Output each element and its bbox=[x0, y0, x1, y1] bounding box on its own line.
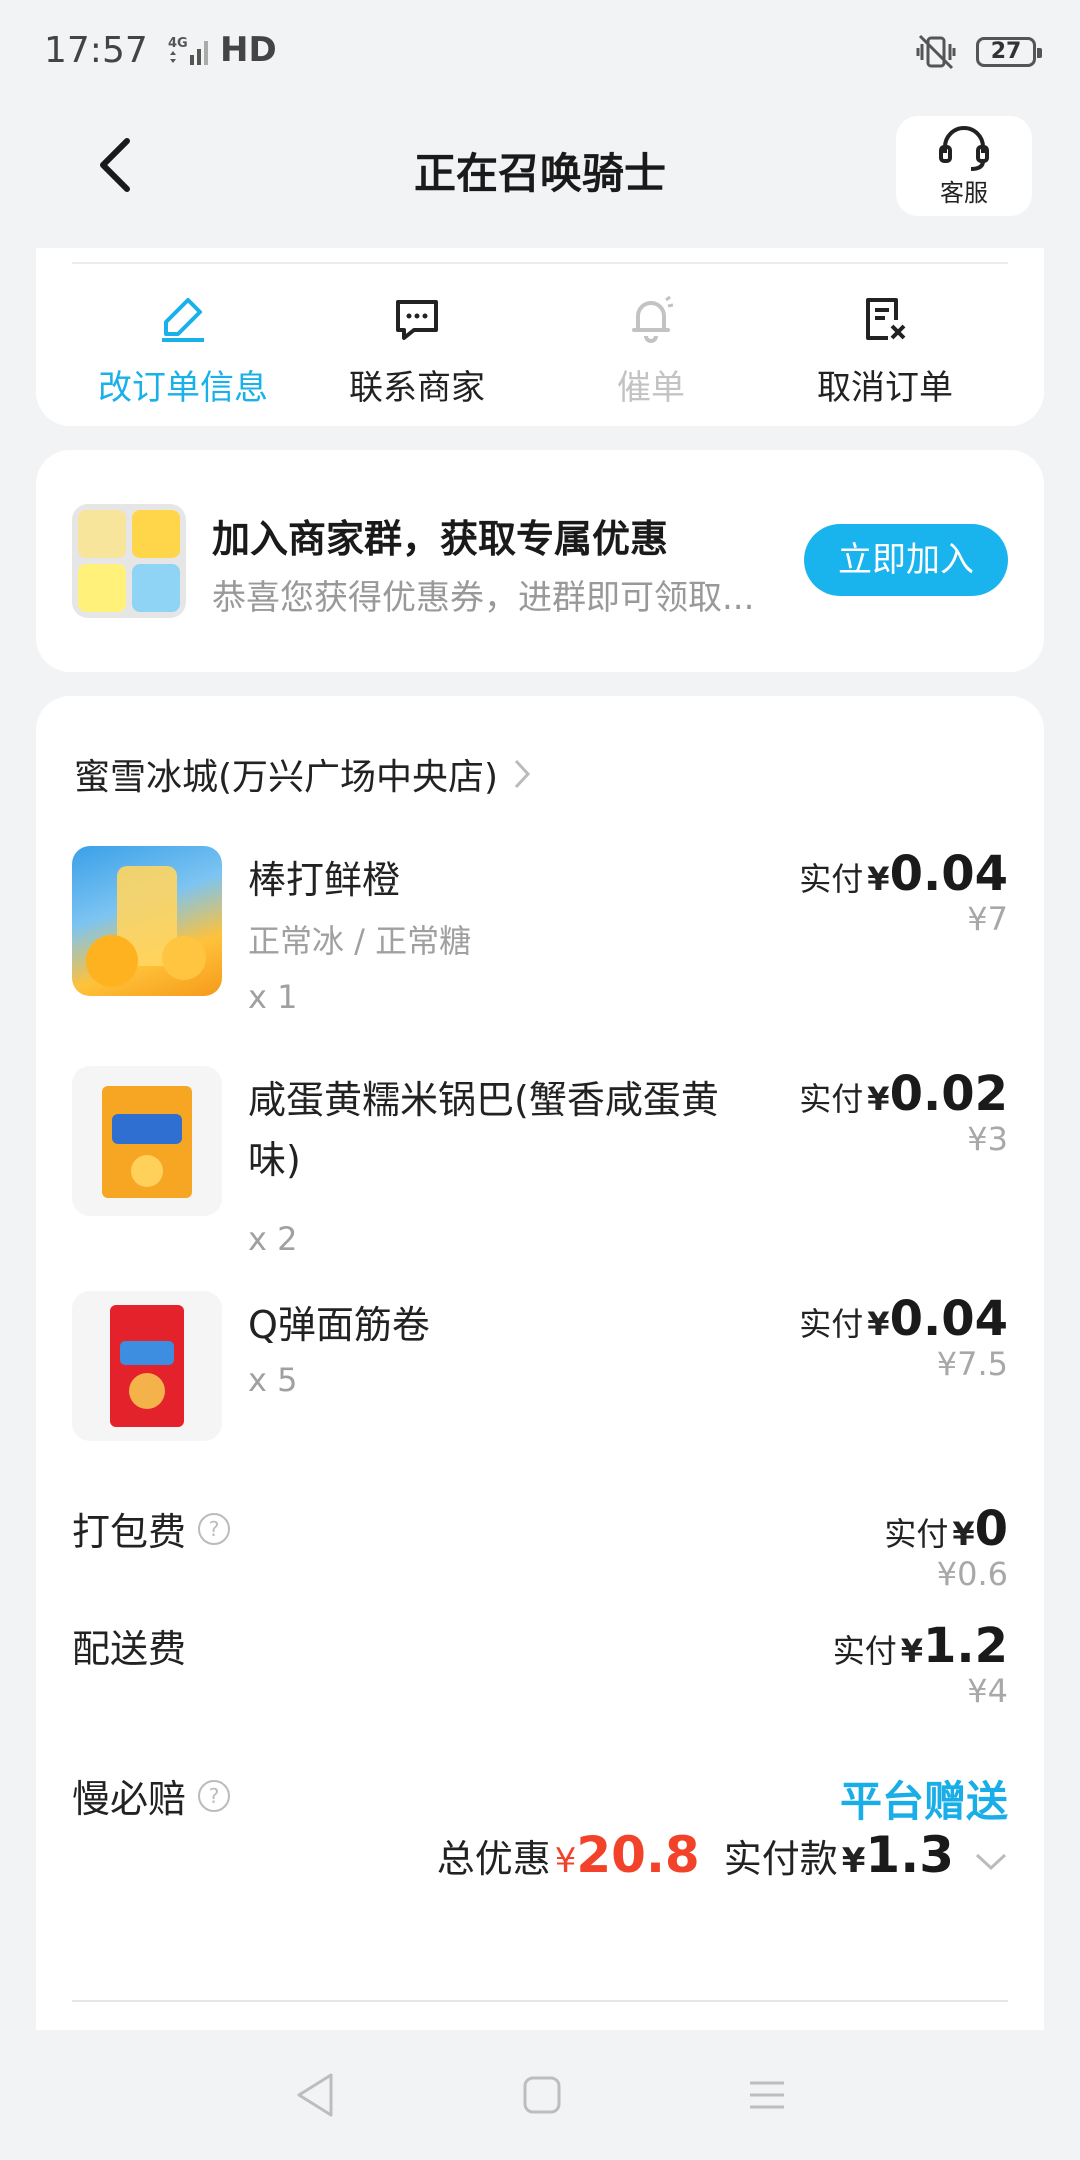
network-indicator: 4G HD bbox=[166, 30, 277, 70]
contact-merchant-button[interactable]: 联系商家 bbox=[300, 294, 534, 409]
headset-icon bbox=[939, 125, 989, 171]
currency-symbol: ¥ bbox=[841, 1841, 866, 1881]
total-paid-label: 实付款 bbox=[723, 1837, 838, 1881]
paid-amount: 1.2 bbox=[922, 1618, 1008, 1674]
total-discount-label: 总优惠 bbox=[436, 1837, 551, 1881]
home-nav-icon[interactable] bbox=[522, 2075, 562, 2115]
paid-amount: 0.04 bbox=[889, 1291, 1008, 1347]
modify-order-label: 改订单信息 bbox=[98, 368, 268, 408]
currency-symbol: ¥ bbox=[867, 1305, 890, 1343]
item-price: 实付 ¥0.04 ¥7 bbox=[799, 846, 1008, 938]
chevron-down-icon[interactable] bbox=[974, 1852, 1008, 1872]
original-price: ¥4 bbox=[967, 1672, 1008, 1710]
currency-symbol: ¥ bbox=[952, 1515, 975, 1553]
item-quantity: x 2 bbox=[248, 1220, 298, 1258]
currency-symbol: ¥ bbox=[867, 1080, 890, 1118]
late-compensation-row: 慢必赔 ? 平台赠送 bbox=[72, 1768, 1008, 1826]
divider bbox=[72, 262, 1008, 264]
paid-label: 实付 bbox=[799, 1305, 864, 1343]
late-compensation-label: 慢必赔 bbox=[72, 1777, 187, 1821]
paid-label: 实付 bbox=[884, 1515, 949, 1553]
group-promo-title: 加入商家群，获取专属优惠 bbox=[212, 517, 669, 561]
total-paid-amount: 1.3 bbox=[865, 1826, 954, 1884]
vibrate-off-icon bbox=[916, 34, 956, 70]
edit-icon bbox=[162, 298, 204, 342]
delivery-fee-label: 配送费 bbox=[72, 1627, 187, 1671]
item-image bbox=[72, 846, 222, 996]
delivery-fee-price: 实付 ¥1.2 ¥4 bbox=[833, 1618, 1008, 1710]
order-details-card: 蜜雪冰城(万兴广场中央店) 棒打鲜橙 正常冰 / 正常糖 x 1 实付 ¥0.04… bbox=[36, 696, 1044, 2036]
customer-service-label: 客服 bbox=[940, 178, 988, 207]
status-time: 17:57 bbox=[44, 30, 148, 71]
original-price: ¥0.6 bbox=[936, 1555, 1008, 1593]
merchant-group-thumbnail bbox=[72, 504, 186, 618]
urge-order-label: 催单 bbox=[617, 368, 685, 408]
signal-icon: 4G bbox=[168, 36, 208, 65]
battery-icon: 27 bbox=[976, 37, 1042, 67]
menu-nav-icon[interactable] bbox=[747, 2075, 787, 2115]
total-discount-amount: 20.8 bbox=[576, 1826, 700, 1884]
platform-gift-label: 平台赠送 bbox=[839, 1777, 1008, 1826]
divider bbox=[72, 2000, 1008, 2002]
contact-merchant-label: 联系商家 bbox=[349, 368, 485, 408]
original-price: ¥7 bbox=[967, 900, 1008, 938]
item-name: Q弹面筋卷 bbox=[248, 1303, 430, 1347]
modify-order-button[interactable]: 改订单信息 bbox=[66, 294, 300, 409]
paid-amount: 0.04 bbox=[889, 846, 1008, 902]
paid-amount: 0 bbox=[974, 1501, 1008, 1557]
item-quantity: x 5 bbox=[248, 1361, 298, 1399]
currency-symbol: ¥ bbox=[867, 860, 890, 898]
system-navigation-bar bbox=[0, 2030, 1080, 2160]
group-promo-subtitle: 恭喜您获得优惠券，进群即可领取... bbox=[212, 578, 755, 618]
cancel-order-icon bbox=[866, 298, 906, 340]
paid-label: 实付 bbox=[799, 1080, 864, 1118]
hd-label: HD bbox=[220, 30, 277, 70]
paid-label: 实付 bbox=[832, 1632, 897, 1670]
original-price: ¥3 bbox=[967, 1120, 1008, 1158]
customer-service-button[interactable]: 客服 bbox=[896, 116, 1032, 216]
merchant-group-card: 加入商家群，获取专属优惠 恭喜您获得优惠券，进群即可领取... 立即加入 bbox=[36, 450, 1044, 672]
back-nav-icon[interactable] bbox=[293, 2071, 337, 2119]
store-name: 蜜雪冰城(万兴广场中央店) bbox=[74, 757, 499, 798]
cancel-order-button[interactable]: 取消订单 bbox=[768, 294, 1002, 409]
bell-icon bbox=[632, 295, 674, 343]
snack-bag-image bbox=[110, 1305, 184, 1427]
packing-fee-row: 打包费 ? 实付 ¥0 ¥0.6 bbox=[72, 1501, 1008, 1593]
help-icon[interactable]: ? bbox=[198, 1779, 231, 1812]
chevron-right-icon bbox=[514, 759, 531, 789]
orange-drink-image bbox=[86, 866, 206, 987]
original-price: ¥7.5 bbox=[936, 1345, 1008, 1383]
paid-label: 实付 bbox=[799, 860, 864, 898]
actions-row: 改订单信息 联系商家 催单 取消订单 bbox=[36, 294, 1044, 409]
cancel-order-label: 取消订单 bbox=[817, 368, 953, 408]
item-name: 咸蛋黄糯米锅巴(蟹香咸蛋黄味) bbox=[248, 1078, 719, 1182]
order-actions-card: 改订单信息 联系商家 催单 取消订单 bbox=[36, 248, 1044, 426]
help-icon[interactable]: ? bbox=[198, 1512, 231, 1545]
item-quantity: x 1 bbox=[248, 978, 298, 1016]
header: 正在召唤骑士 客服 bbox=[0, 110, 1080, 220]
svg-text:4G: 4G bbox=[168, 36, 188, 51]
paid-amount: 0.02 bbox=[889, 1066, 1008, 1122]
delivery-fee-row: 配送费 实付 ¥1.2 ¥4 bbox=[72, 1618, 1008, 1710]
item-image bbox=[72, 1291, 222, 1441]
packing-fee-price: 实付 ¥0 ¥0.6 bbox=[884, 1501, 1008, 1593]
packing-fee-label: 打包费 bbox=[72, 1510, 187, 1554]
join-group-button[interactable]: 立即加入 bbox=[804, 524, 1008, 596]
item-name: 棒打鲜橙 bbox=[248, 858, 401, 902]
chat-icon bbox=[396, 300, 438, 340]
item-spec: 正常冰 / 正常糖 bbox=[248, 922, 472, 960]
currency-symbol: ¥ bbox=[900, 1632, 923, 1670]
item-price: 实付 ¥0.02 ¥3 bbox=[799, 1066, 1008, 1158]
item-image bbox=[72, 1066, 222, 1216]
currency-symbol: ¥ bbox=[554, 1841, 577, 1881]
urge-order-button[interactable]: 催单 bbox=[534, 294, 768, 409]
status-bar: 17:57 4G HD 27 bbox=[0, 0, 1080, 100]
item-price: 实付 ¥0.04 ¥7.5 bbox=[799, 1291, 1008, 1383]
snack-bag-image bbox=[102, 1086, 192, 1198]
order-totals[interactable]: 总优惠 ¥ 20.8 实付款 ¥ 1.3 bbox=[437, 1826, 1008, 1884]
store-link[interactable]: 蜜雪冰城(万兴广场中央店) bbox=[74, 748, 532, 800]
status-right: 27 bbox=[914, 30, 1042, 74]
